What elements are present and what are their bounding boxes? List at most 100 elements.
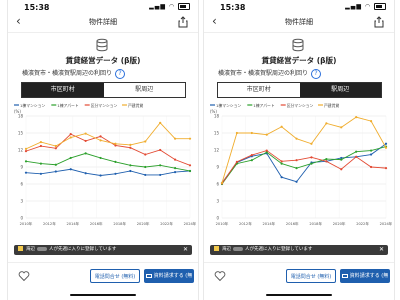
data-point xyxy=(280,176,283,179)
area-line-text: 横濱賀市・横濱賀駅周辺の利回り xyxy=(22,70,113,77)
data-point xyxy=(384,146,388,149)
data-point xyxy=(188,164,192,167)
data-point xyxy=(159,173,162,177)
data-point xyxy=(265,149,268,152)
help-icon[interactable]: ? xyxy=(311,68,322,79)
data-point xyxy=(99,139,102,142)
y-tick-label: 15 xyxy=(214,131,220,136)
toast-count-redacted xyxy=(233,246,243,251)
nav-bar: ‹ 物件詳細 xyxy=(204,14,394,33)
data-point xyxy=(84,139,87,143)
data-point xyxy=(173,158,177,161)
data-point xyxy=(129,143,132,146)
y-tick-label: 15 xyxy=(18,131,24,136)
y-tick-label: 18 xyxy=(214,114,220,119)
data-point xyxy=(99,156,102,160)
legend-item: 1棟アパート xyxy=(247,103,275,108)
data-point xyxy=(369,153,373,156)
data-point xyxy=(54,147,57,150)
notification-toast: 海辺 人が先週に入りに登録しています ✕ xyxy=(210,245,388,255)
series-line xyxy=(25,122,190,150)
phone-inquiry-button[interactable]: 電話問合せ (無料) xyxy=(286,269,336,283)
y-tick-label: 3 xyxy=(20,199,23,204)
series-line xyxy=(25,152,191,172)
phone-inquiry-button[interactable]: 電話問合せ (無料) xyxy=(90,269,140,283)
series-line xyxy=(221,143,387,184)
data-point xyxy=(188,137,192,140)
x-tick-label: 2024年 xyxy=(184,221,196,226)
data-point xyxy=(144,153,147,156)
data-point xyxy=(129,169,132,173)
data-point xyxy=(310,156,313,159)
mail-icon xyxy=(145,273,152,278)
y-tick-label: 18 xyxy=(18,114,24,119)
x-tick-label: 2020年 xyxy=(137,221,150,226)
data-point xyxy=(355,116,358,119)
data-point xyxy=(250,131,253,135)
tab-station[interactable]: 駅周辺 xyxy=(103,83,185,97)
share-icon[interactable] xyxy=(178,16,188,28)
data-point xyxy=(369,149,373,152)
legend-item: 1棟アパート xyxy=(51,103,79,108)
close-icon[interactable]: ✕ xyxy=(183,245,188,255)
yield-line-chart: 1棟マンション 1棟アパート 区分マンション 戸建賃貸(%)0369121518201… xyxy=(210,103,392,226)
heart-icon[interactable] xyxy=(214,270,226,282)
data-point xyxy=(295,167,298,170)
legend-label: 戸建賃貸 xyxy=(324,103,339,108)
data-point xyxy=(114,172,117,175)
data-point xyxy=(310,162,313,165)
data-point xyxy=(39,172,43,175)
tab-station[interactable]: 駅周辺 xyxy=(299,83,381,97)
request-docs-label: 資料請求する (無料) xyxy=(349,273,389,293)
data-point xyxy=(369,165,373,169)
x-tick-label: 2014年 xyxy=(262,221,275,226)
x-tick-label: 2024年 xyxy=(380,221,392,226)
data-point xyxy=(340,158,343,161)
heart-icon[interactable] xyxy=(18,270,30,282)
toast-badge-icon xyxy=(18,246,23,251)
area-line: 横濱賀市・横濱賀駅周辺の利回り? xyxy=(22,68,126,79)
legend-label: 1棟アパート xyxy=(253,103,275,108)
x-tick-label: 2018年 xyxy=(309,221,322,226)
data-point xyxy=(39,140,43,144)
data-point xyxy=(159,148,162,152)
data-point xyxy=(114,160,117,163)
data-point xyxy=(250,159,253,162)
phone-inquiry-label: 電話問合せ (無料) xyxy=(290,274,332,280)
section-heading: 賃貸経営データ (β版) xyxy=(261,56,337,65)
data-point xyxy=(84,152,87,155)
phone-screen-left: 15:38 ▂▄▆ ◠ ‹ 物件詳細 賃貸経営データ (β版) 横濱賀市・横濱賀… xyxy=(7,0,199,300)
data-point xyxy=(39,144,43,148)
status-indicators: ▂▄▆ ◠ xyxy=(345,3,386,10)
data-point xyxy=(159,121,162,124)
request-docs-button[interactable]: 資料請求する (無料) xyxy=(340,269,390,293)
request-docs-button[interactable]: 資料請求する (無料) xyxy=(144,269,194,293)
help-icon[interactable]: ? xyxy=(115,68,126,79)
phone-screen-right: 15:38 ▂▄▆ ◠ ‹ 物件詳細 賃貸経営データ (β版) 横濱賀市・横濱賀… xyxy=(203,0,395,300)
data-point xyxy=(220,181,224,184)
data-point xyxy=(355,155,358,158)
legend-label: 区分マンション xyxy=(91,103,118,108)
y-tick-label: 9 xyxy=(216,165,219,170)
data-point xyxy=(325,160,328,163)
y-tick-label: 0 xyxy=(216,216,219,221)
y-tick-label: 12 xyxy=(18,148,24,153)
data-point xyxy=(159,164,162,167)
data-point xyxy=(310,142,313,145)
y-tick-label: 0 xyxy=(20,216,23,221)
data-point xyxy=(173,167,177,170)
tab-city[interactable]: 市区町村 xyxy=(218,83,300,97)
x-tick-label: 2020年 xyxy=(333,221,346,226)
database-icon xyxy=(96,38,108,52)
data-point xyxy=(69,133,72,136)
home-indicator xyxy=(70,294,136,296)
data-point xyxy=(295,180,298,183)
x-tick-label: 2022年 xyxy=(160,221,173,226)
close-icon[interactable]: ✕ xyxy=(379,245,384,255)
tab-city[interactable]: 市区町村 xyxy=(22,83,104,97)
share-icon[interactable] xyxy=(374,16,384,28)
data-point xyxy=(325,122,328,125)
data-point xyxy=(114,142,117,145)
data-point xyxy=(54,144,57,148)
legend-label: 1棟アパート xyxy=(57,103,79,108)
